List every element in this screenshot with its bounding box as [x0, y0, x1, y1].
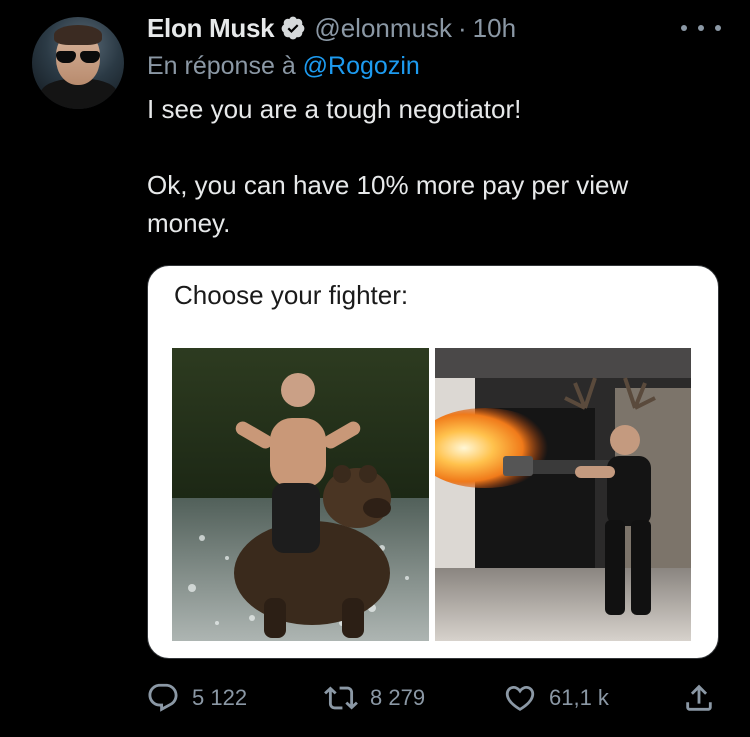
- avatar-hair: [54, 25, 102, 45]
- like-count: 61,1 k: [549, 685, 609, 710]
- tweet-text-line: I see you are a tough negotiator!: [147, 94, 522, 124]
- like-heart-icon: [503, 681, 537, 715]
- tweet-time[interactable]: 10h: [473, 13, 516, 44]
- share-icon: [682, 681, 716, 715]
- reply-button[interactable]: 5 122: [146, 675, 247, 721]
- media-card[interactable]: Choose your fighter:: [147, 265, 719, 659]
- tweet-text: I see you are a tough negotiator! Ok, yo…: [147, 90, 707, 242]
- meme-image-bear-rider: [172, 348, 429, 641]
- tweet: Elon Musk @elonmusk · 10h En réponse à @…: [0, 0, 750, 737]
- reply-prefix: En réponse à: [147, 52, 296, 80]
- verified-badge-icon: [280, 15, 306, 41]
- reply-context: En réponse à @Rogozin: [147, 52, 420, 81]
- share-button[interactable]: [682, 675, 716, 721]
- avatar[interactable]: [32, 17, 124, 109]
- avatar-sunglasses: [54, 51, 102, 63]
- meme-image-flamethrower: [435, 348, 691, 641]
- retweet-icon: [324, 681, 358, 715]
- reply-icon: [146, 681, 180, 715]
- meme-caption: Choose your fighter:: [174, 280, 409, 310]
- action-bar: 5 122 8 279 61,1 k: [0, 675, 750, 721]
- retweet-button[interactable]: 8 279: [324, 675, 425, 721]
- reply-count: 5 122: [192, 685, 248, 710]
- author-handle[interactable]: @elonmusk: [314, 13, 452, 44]
- author-name[interactable]: Elon Musk: [147, 13, 275, 44]
- tweet-header: Elon Musk @elonmusk · 10h: [147, 8, 516, 48]
- tweet-text-line: Ok, you can have 10% more pay per view m…: [147, 170, 629, 238]
- more-dots-icon[interactable]: [681, 18, 721, 38]
- retweet-count: 8 279: [370, 685, 426, 710]
- separator-dot: ·: [458, 12, 467, 43]
- reply-mention-link[interactable]: @Rogozin: [303, 52, 420, 80]
- like-button[interactable]: 61,1 k: [503, 675, 609, 721]
